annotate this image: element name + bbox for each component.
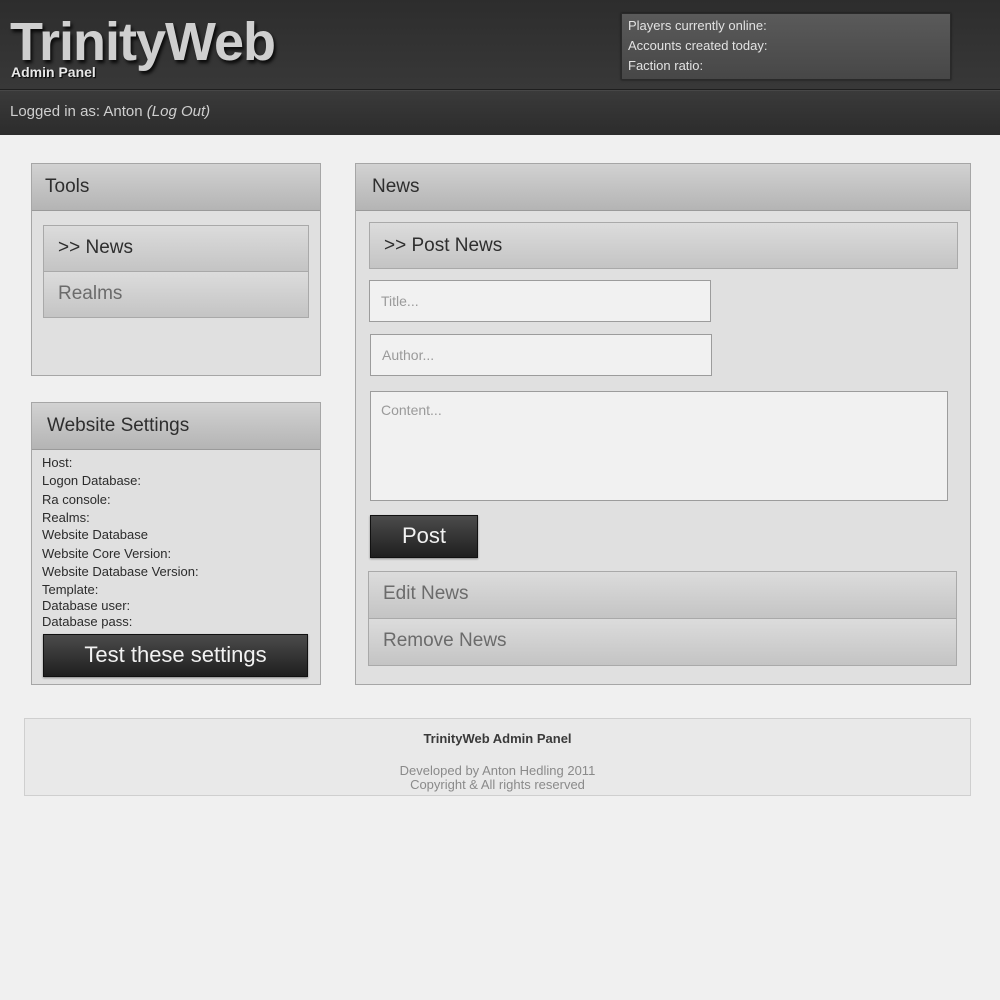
setting-host: Host: bbox=[42, 455, 73, 470]
setting-database-user: Database user: bbox=[42, 598, 131, 613]
footer-developer: Developed by Anton Hedling 2011 bbox=[399, 763, 596, 778]
login-status: Logged in as: Anton (Log Out) bbox=[10, 103, 210, 120]
remove-news-item[interactable]: Remove News bbox=[368, 618, 957, 666]
setting-ra-console: Ra console: bbox=[42, 492, 111, 507]
post-button[interactable]: Post bbox=[370, 515, 478, 558]
setting-template: Template: bbox=[42, 582, 99, 597]
edit-news-item[interactable]: Edit News bbox=[368, 571, 957, 619]
tools-panel-title: Tools bbox=[32, 164, 320, 211]
website-settings-panel: Website Settings Host: Logon Database: R… bbox=[31, 402, 321, 685]
news-title-input[interactable] bbox=[369, 280, 711, 322]
setting-website-database: Website Database bbox=[42, 527, 148, 542]
footer-title: TrinityWeb Admin Panel bbox=[423, 731, 572, 746]
settings-list: Host: Logon Database: Ra console: Realms… bbox=[42, 455, 199, 630]
post-news-section[interactable]: >> Post News bbox=[369, 222, 958, 269]
site-title: TrinityWeb bbox=[10, 12, 276, 72]
setting-logon-database: Logon Database: bbox=[42, 473, 142, 488]
news-content-textarea[interactable] bbox=[370, 391, 948, 501]
setting-realms: Realms: bbox=[42, 510, 90, 525]
settings-panel-title: Website Settings bbox=[32, 403, 320, 450]
setting-website-database-version: Website Database Version: bbox=[42, 564, 199, 579]
news-panel: News >> Post News Post Edit News Remove … bbox=[355, 163, 971, 685]
footer: TrinityWeb Admin Panel Developed by Anto… bbox=[24, 718, 971, 796]
test-settings-button[interactable]: Test these settings bbox=[43, 634, 308, 677]
tools-item-news[interactable]: >> News bbox=[43, 225, 309, 272]
header: TrinityWeb Admin Panel Players currently… bbox=[0, 0, 1000, 90]
setting-website-core-version: Website Core Version: bbox=[42, 546, 172, 561]
logged-in-as-text: Logged in as: Anton bbox=[10, 103, 143, 120]
news-author-input[interactable] bbox=[370, 334, 712, 376]
setting-database-pass: Database pass: bbox=[42, 614, 133, 629]
site-subtitle: Admin Panel bbox=[11, 64, 96, 80]
footer-copyright: Copyright & All rights reserved bbox=[410, 777, 585, 792]
accounts-today-label: Accounts created today: bbox=[628, 38, 768, 53]
tools-item-realms[interactable]: Realms bbox=[43, 271, 309, 318]
faction-ratio-label: Faction ratio: bbox=[628, 58, 704, 73]
tools-panel: Tools >> News Realms bbox=[31, 163, 321, 376]
players-online-label: Players currently online: bbox=[628, 18, 767, 33]
login-bar: Logged in as: Anton (Log Out) bbox=[0, 90, 1000, 135]
logout-link[interactable]: (Log Out) bbox=[147, 103, 210, 120]
server-stats-box: Players currently online: Accounts creat… bbox=[621, 13, 951, 80]
news-panel-title: News bbox=[356, 164, 970, 211]
